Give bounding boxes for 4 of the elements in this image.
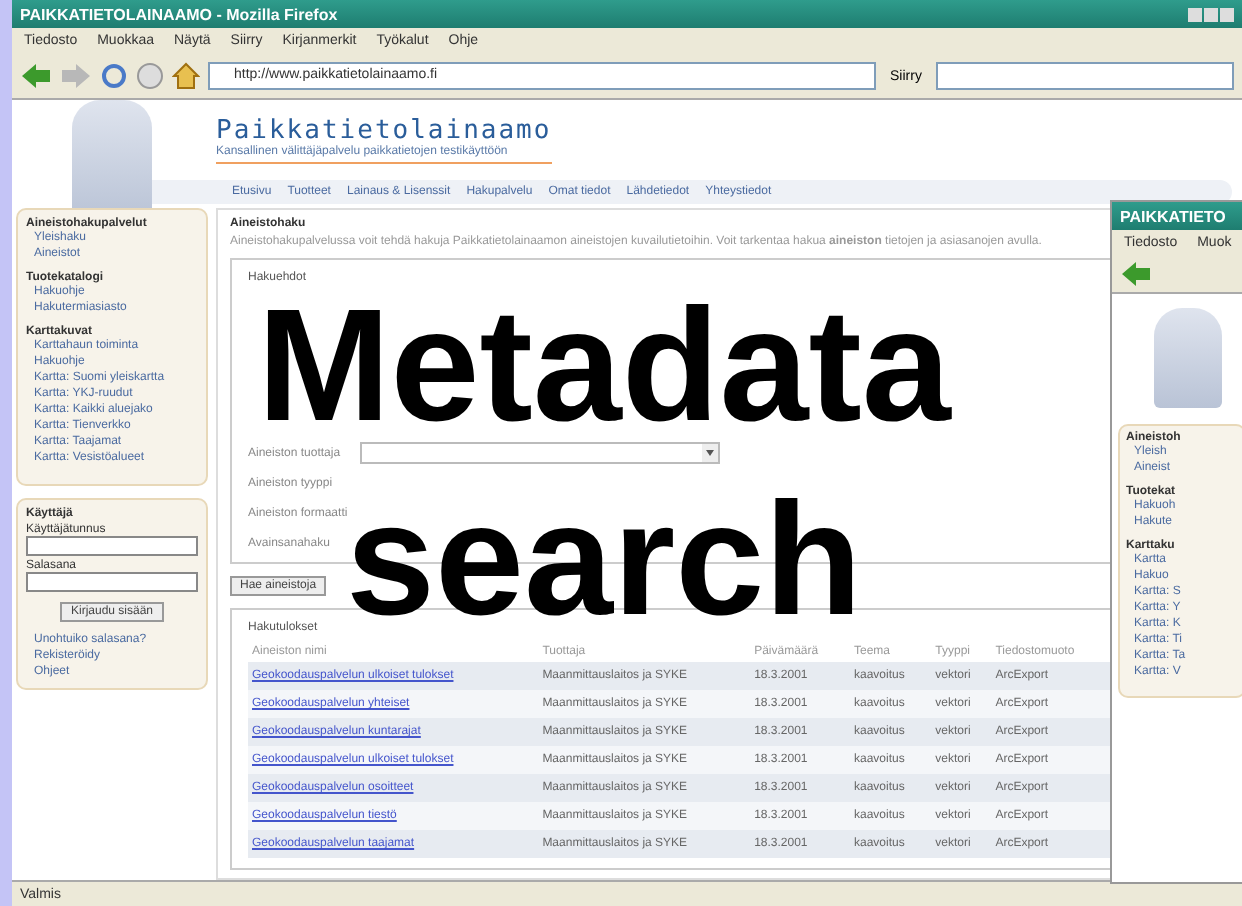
window-title: PAIKKATIETOLAINAAMO - Mozilla Firefox: [20, 5, 338, 23]
slide-title: search: [346, 484, 862, 636]
window-title: PAIKKATIETO: [1120, 207, 1226, 225]
slide-title: Metadata: [257, 290, 951, 442]
